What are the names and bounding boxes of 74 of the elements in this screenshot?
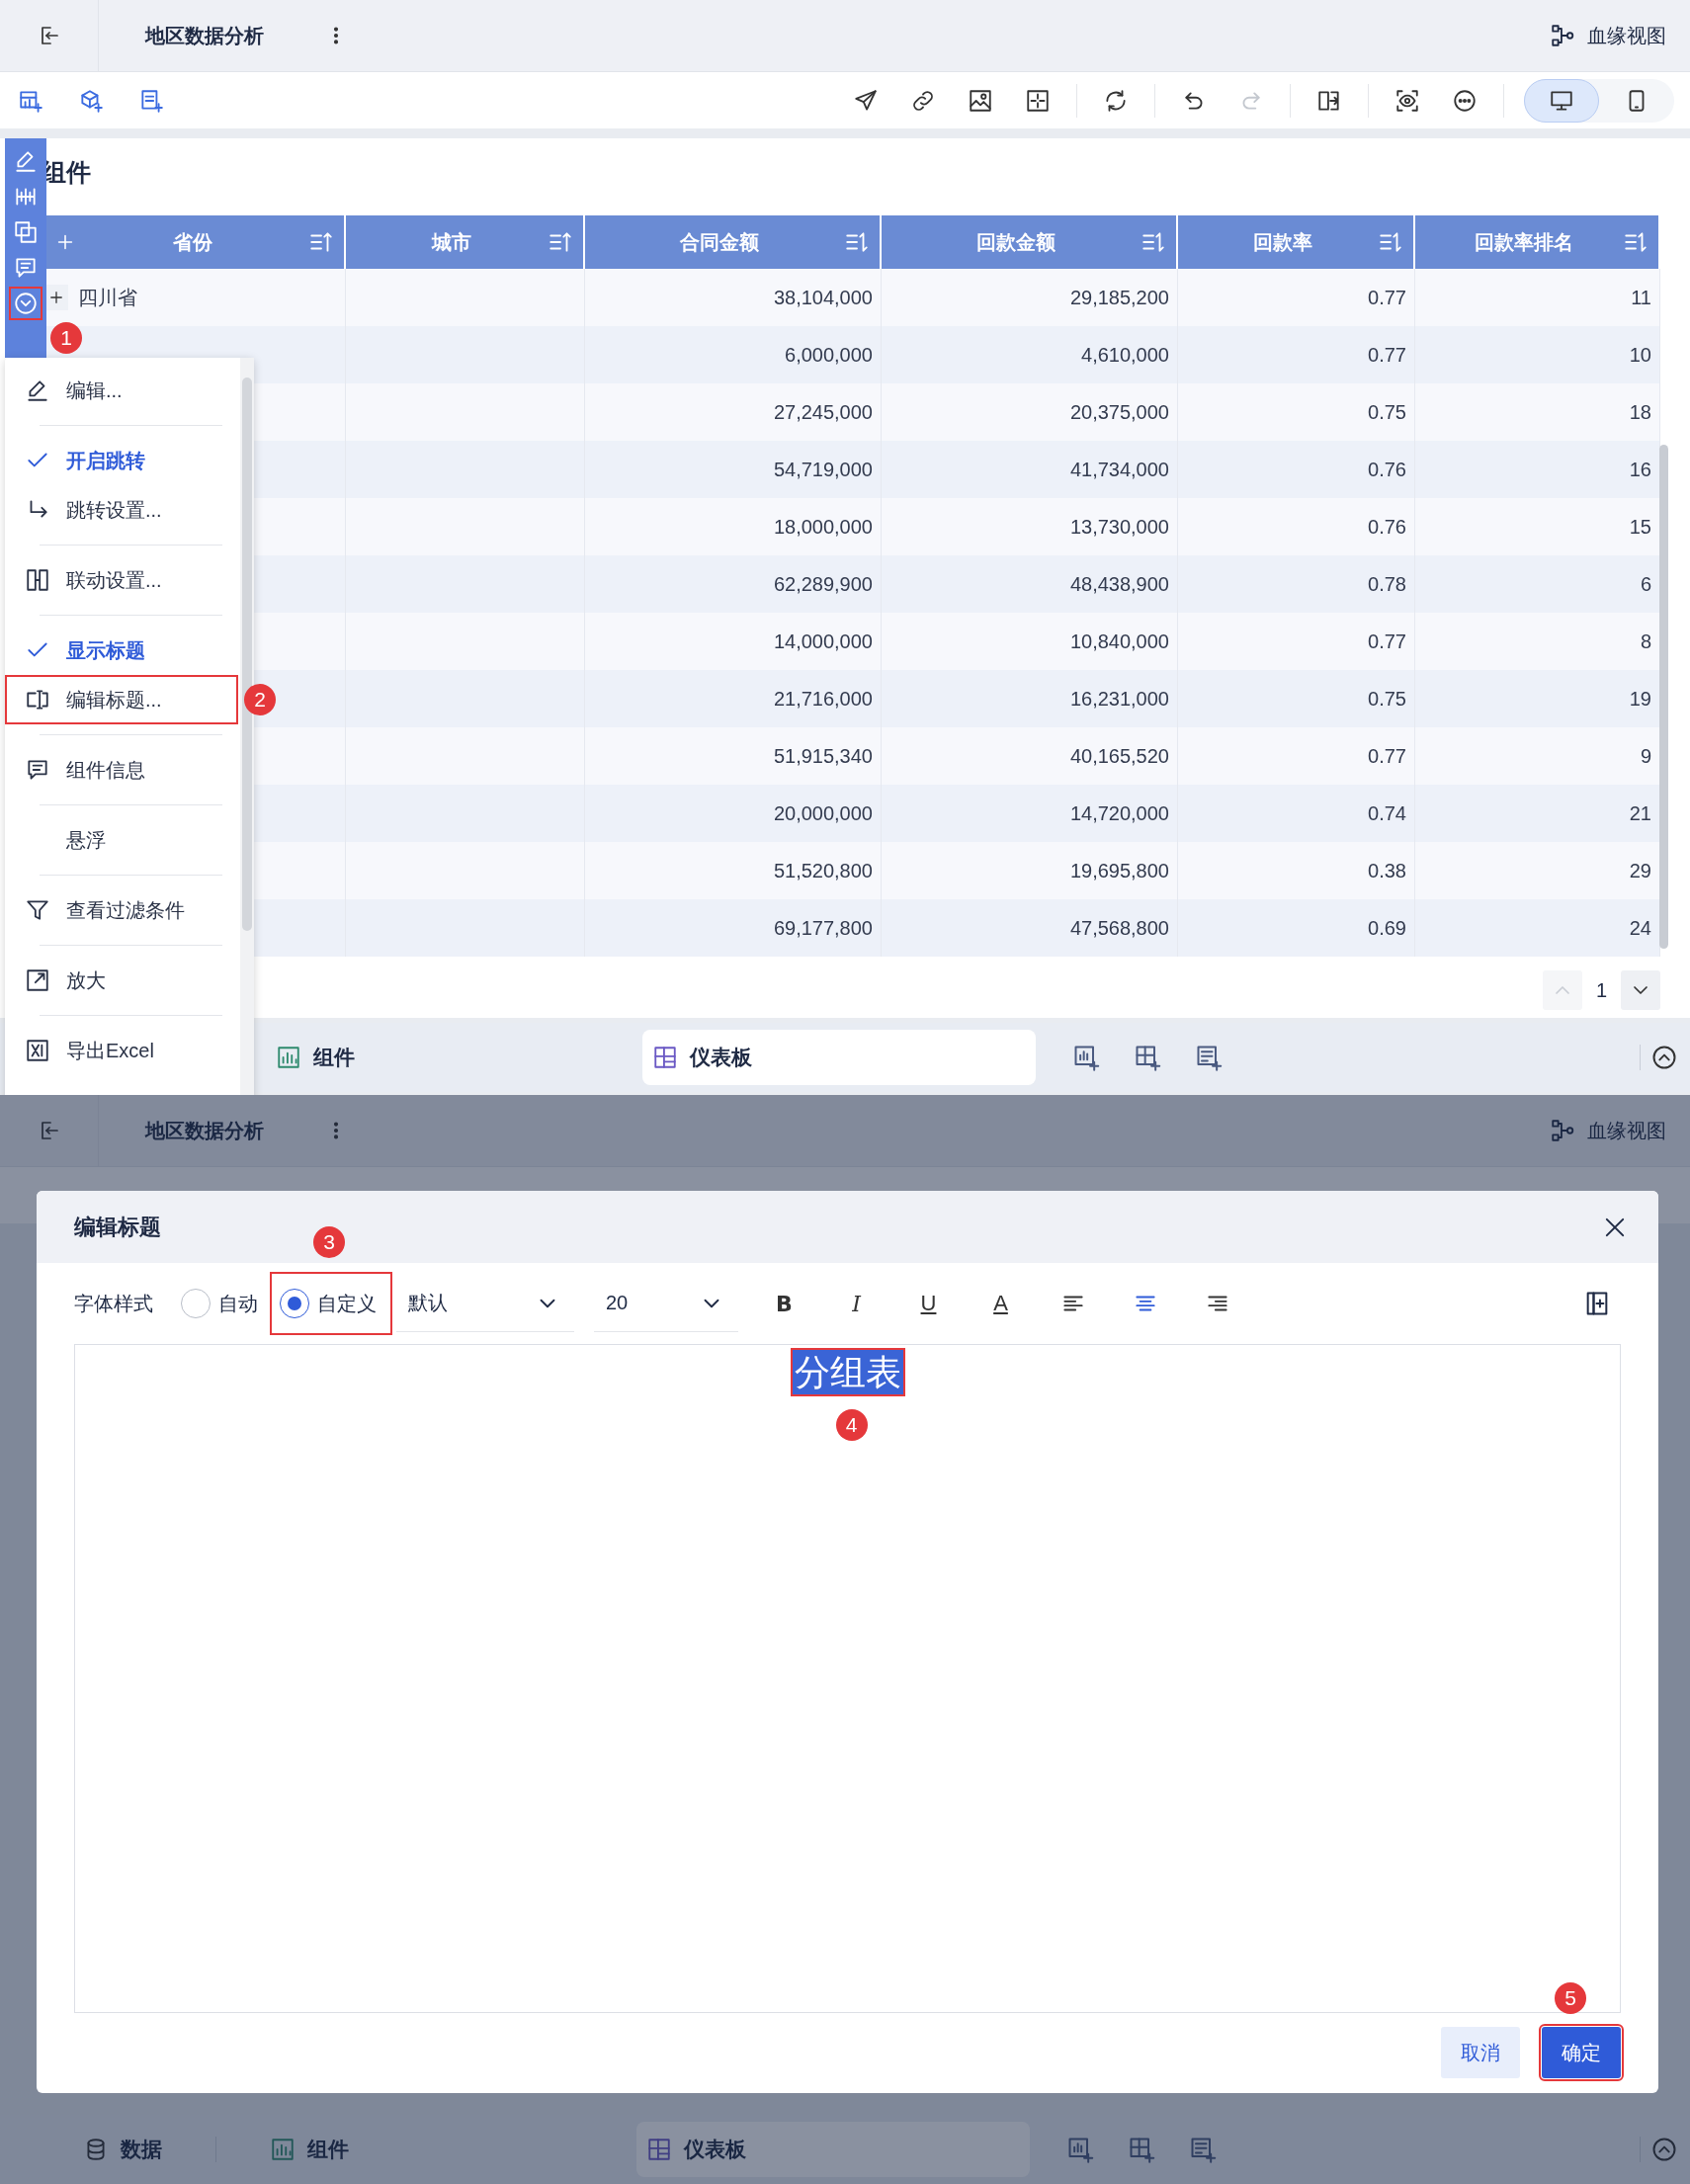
italic-button[interactable]: I (820, 1291, 892, 1316)
plus-icon (47, 289, 65, 306)
add-chart-icon[interactable] (1072, 1044, 1100, 1071)
flow-icon (1550, 23, 1575, 48)
menu-item[interactable]: 查看过滤条件 (5, 885, 238, 935)
add-grid-icon[interactable] (1128, 2136, 1155, 2163)
scrollbar[interactable] (240, 358, 254, 1095)
sort-icon[interactable] (308, 229, 334, 255)
sort-icon[interactable] (1378, 229, 1403, 255)
title-text[interactable]: 分组表 (792, 1350, 903, 1394)
menu-item[interactable]: 联动设置... (5, 555, 238, 605)
table-cell: 69,177,800 (585, 899, 882, 957)
more-icon[interactable] (1452, 87, 1478, 114)
callout-badge: 5 (1555, 1982, 1586, 2014)
add-list-icon[interactable] (1195, 1044, 1223, 1071)
menu-item[interactable]: 导出Excel (5, 1026, 238, 1075)
title-edit-icon (25, 687, 50, 713)
size-select[interactable]: 20 (594, 1275, 738, 1332)
bar-chart-icon (270, 2137, 296, 2162)
next-page-button[interactable] (1621, 970, 1660, 1010)
menu-item[interactable]: 跳转设置... (5, 485, 238, 535)
menu-item[interactable]: 放大 (5, 956, 238, 1005)
table-cell: 47,568,800 (882, 899, 1178, 957)
bar-chart-icon (276, 1045, 301, 1070)
sort-icon[interactable] (844, 229, 870, 255)
expand-icon (25, 967, 50, 993)
add-list-icon[interactable] (1189, 2136, 1217, 2163)
font-select[interactable]: 默认 (396, 1275, 574, 1332)
preview-icon[interactable] (1394, 87, 1420, 114)
font-style-label: 字体样式 (74, 1291, 153, 1316)
table-cell: 0.69 (1178, 899, 1415, 957)
font-color-button[interactable]: A (965, 1291, 1037, 1316)
tab[interactable]: 组件 (256, 2122, 363, 2177)
flow-icon (1550, 1118, 1575, 1143)
sort-icon[interactable] (1623, 229, 1648, 255)
menu-item[interactable]: 显示标题 (5, 626, 238, 675)
dashboard-icon (646, 2137, 672, 2162)
grid-icon[interactable] (1025, 87, 1051, 114)
table-cell-text: 四川省 (78, 285, 137, 310)
lineage-view-button[interactable]: 血缘视图 (1550, 22, 1666, 49)
add-cube-icon[interactable] (78, 87, 104, 114)
menu-item[interactable]: 组件信息 (5, 745, 238, 795)
comment-icon[interactable] (13, 255, 39, 281)
expand-button[interactable] (44, 285, 68, 310)
menu-item[interactable]: 开启跳转 (5, 436, 238, 485)
tab[interactable]: 仪表板 (642, 1030, 1036, 1085)
image-icon[interactable] (968, 87, 993, 114)
callout-badge: 4 (835, 1409, 868, 1441)
sort-icon[interactable] (548, 229, 573, 255)
tab[interactable]: 仪表板 (636, 2122, 1030, 2177)
page-number: 1 (1595, 978, 1607, 1002)
desktop-view-button[interactable] (1524, 78, 1599, 123)
underline-button[interactable]: U (892, 1291, 965, 1316)
dashboard-icon (652, 1045, 678, 1070)
scrollbar[interactable] (1659, 445, 1668, 949)
cancel-button[interactable]: 取消 (1441, 2027, 1520, 2078)
lineage-view-button[interactable]: 血缘视图 (1550, 1117, 1666, 1144)
spreadsheet-icon (25, 1038, 50, 1063)
tab[interactable]: 数据 (69, 2122, 176, 2177)
menu-item[interactable]: 悬浮 (5, 815, 238, 865)
menu-item[interactable]: 编辑... (5, 366, 238, 415)
dashboard-title: 地区数据分析 (145, 1118, 264, 1143)
dashboard-title: 地区数据分析 (145, 23, 264, 48)
sort-icon[interactable] (1141, 229, 1166, 255)
add-grid-icon[interactable] (1134, 1044, 1161, 1071)
add-chart-icon[interactable] (1066, 2136, 1094, 2163)
tab[interactable]: 组件 (262, 1030, 369, 1085)
link-frames-icon (25, 567, 50, 593)
copy-icon[interactable] (13, 219, 39, 245)
bold-button[interactable]: B (748, 1291, 820, 1316)
add-text-icon[interactable] (138, 87, 164, 114)
collapse-icon[interactable] (1650, 1044, 1678, 1071)
radio-option[interactable]: 自动 (173, 1274, 272, 1333)
comment-icon (25, 757, 50, 783)
